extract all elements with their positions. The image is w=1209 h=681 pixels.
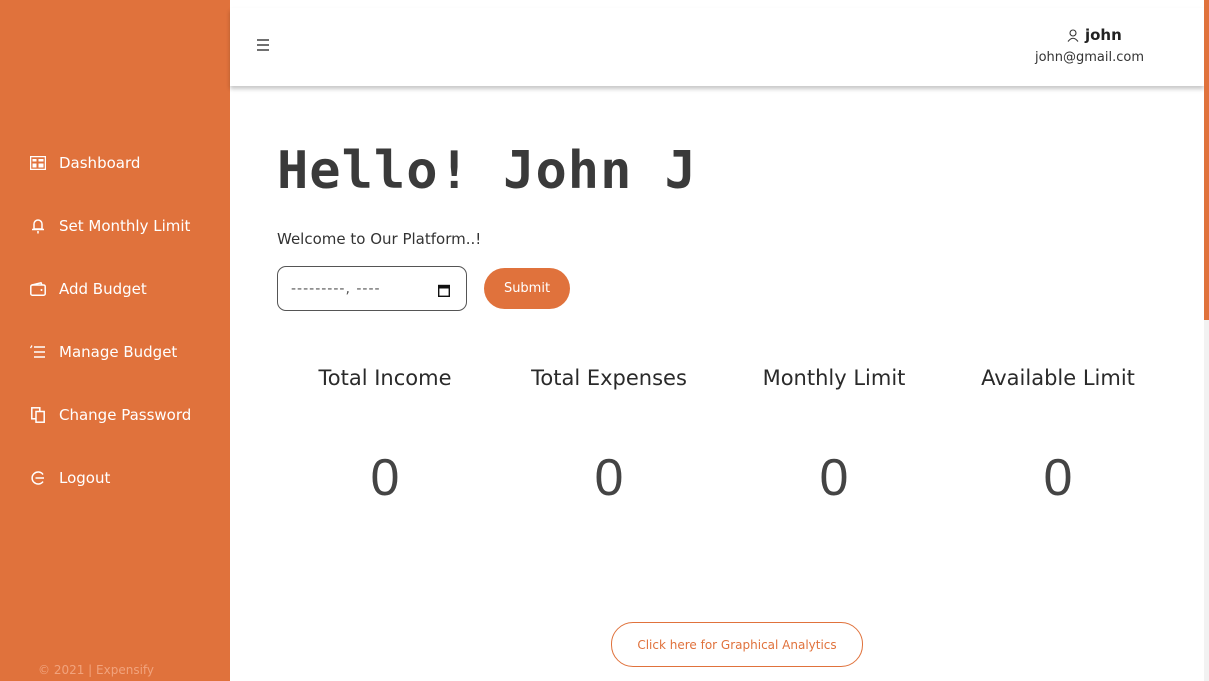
sidebar-item-label: Logout	[59, 468, 111, 487]
copyright-footer: © 2021 | Expensify	[38, 663, 155, 677]
user-profile[interactable]: john john@gmail.com	[1035, 26, 1144, 65]
stat-label-monthly-limit: Monthly Limit	[762, 366, 906, 390]
bell-icon	[29, 217, 47, 235]
sidebar: Dashboard Set Monthly Limit Add Budget M…	[0, 0, 230, 681]
user-name: john	[1084, 26, 1122, 44]
stat-label-total-income: Total Income	[318, 366, 452, 390]
stat-value-monthly-limit: 0	[819, 449, 849, 507]
sidebar-item-label: Add Budget	[59, 279, 147, 298]
sidebar-item-label: Change Password	[59, 405, 192, 424]
stat-label-total-expenses: Total Expenses	[531, 366, 687, 390]
calendar-icon[interactable]	[437, 282, 451, 301]
copy-icon	[29, 406, 47, 424]
sidebar-item-label: Dashboard	[59, 153, 141, 172]
hamburger-menu-button[interactable]	[256, 37, 272, 51]
sidebar-item-dashboard[interactable]: Dashboard	[0, 131, 230, 194]
sidebar-nav: Dashboard Set Monthly Limit Add Budget M…	[0, 131, 230, 509]
top-header: john john@gmail.com	[230, 8, 1204, 86]
stat-value-total-expenses: 0	[594, 449, 624, 507]
wallet-icon	[29, 280, 47, 298]
hamburger-icon	[257, 39, 269, 51]
user-name-row: john	[1035, 26, 1144, 44]
sidebar-item-label: Manage Budget	[59, 342, 178, 361]
sidebar-item-logout[interactable]: Logout	[0, 446, 230, 509]
submit-button[interactable]: Submit	[484, 268, 570, 309]
sidebar-item-manage-budget[interactable]: Manage Budget	[0, 320, 230, 383]
page-title: Hello! John J	[277, 141, 697, 201]
user-icon	[1067, 28, 1079, 42]
sidebar-item-label: Set Monthly Limit	[59, 216, 191, 235]
logout-icon	[29, 469, 47, 487]
user-email: john@gmail.com	[1034, 50, 1144, 65]
date-value: ---------, ----	[291, 280, 381, 297]
dashboard-icon	[29, 154, 47, 172]
stat-value-total-income: 0	[370, 449, 400, 507]
list-icon	[29, 343, 47, 361]
month-picker-input[interactable]: ---------, ----	[277, 266, 467, 311]
sidebar-item-add-budget[interactable]: Add Budget	[0, 257, 230, 320]
scrollbar-thumb[interactable]	[1204, 0, 1209, 320]
stat-value-available-limit: 0	[1043, 449, 1073, 507]
graphical-analytics-button[interactable]: Click here for Graphical Analytics	[611, 622, 863, 667]
sidebar-item-set-monthly-limit[interactable]: Set Monthly Limit	[0, 194, 230, 257]
stat-label-available-limit: Available Limit	[981, 366, 1135, 390]
sidebar-item-change-password[interactable]: Change Password	[0, 383, 230, 446]
welcome-text: Welcome to Our Platform..!	[277, 230, 482, 248]
